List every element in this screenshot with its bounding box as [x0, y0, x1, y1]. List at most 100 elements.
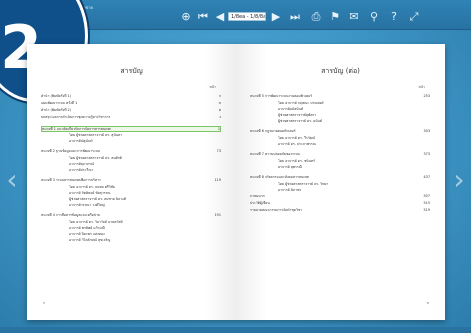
toc-author-line: อาจารย์ นิภาพร [250, 188, 430, 193]
toc-entry-text: อาจารย์วรรณา วงศ์ใหญ่ [69, 203, 105, 207]
toc-entry-page: 519 [423, 208, 430, 212]
prev-page-arrow[interactable]: ‹ [4, 160, 20, 200]
toc-author-line: อาจารย์มนัสนันท์ [250, 107, 430, 112]
toc-entry-page: ก [218, 94, 221, 98]
right-page: สารบัญ (ต่อ) หน้า หนวยที่ 5 การพัฒนาระบบ… [236, 44, 445, 320]
toc-author-line: โดย ผู้ช่วยศาสตราจารย์ ดร. วิทยา [250, 182, 430, 187]
toc-entry[interactable]: คำนำ (พิมพ์ครั้งที่ 1) ก [41, 94, 221, 99]
toc-author-line: อาจารย์ ปิยะพร แสงทอง [41, 232, 221, 237]
toc-entry-page: 507 [423, 194, 430, 198]
toc-author-line: อาจารย์ ดร. ประภาพรรณ [250, 142, 430, 147]
toc-chapter-entry[interactable]: หนวยที่ 1 แนวคิดเกี่ยวกับการจัดการสารสนเ… [41, 126, 221, 132]
toc-author-line: ผู้ช่วยศาสตราจารย์ ดร. อนันต์ [250, 119, 430, 124]
toc-author-line: อาจารย์ สุพรรณี [250, 165, 430, 170]
left-toc: คำนำ (พิมพ์ครั้งที่ 1) กแผนพัฒนาระบบ ครั้… [27, 44, 236, 320]
toc-author-line: โดย อาจารย์ ดร. วีรวัฒน์ [250, 136, 430, 141]
toc-chapter-entry[interactable]: หนวยที่ 8 จริยธรรมและสังคมสารสนเทศ 437 [250, 175, 430, 180]
toc-entry-text: อาจารย์ กิตติพงษ์ ชัยสุวรรณ [69, 191, 111, 195]
next-page-arrow[interactable]: › [451, 160, 467, 200]
toc-entry-text: อาจารย์ พรทิพย์ แก้วมณี [69, 226, 105, 230]
email-icon[interactable]: ✉ [348, 11, 360, 23]
fullscreen-icon[interactable]: ⤢ [408, 11, 420, 23]
toc-entry-text: หนวยที่ 4 การสื่อสารข้อมูลและเครือข่าย [41, 213, 100, 217]
last-page-icon[interactable]: ⏭ [289, 11, 301, 23]
toc-entry-text: อาจารย์ ดร. ประภาพรรณ [278, 142, 316, 146]
toc-entry[interactable]: ประวัติผู้เขียน 515 [250, 201, 430, 206]
toc-chapter-entry[interactable]: หนวยที่ 5 การพัฒนาระบบงานคอมพิวเตอร์ 253 [250, 94, 430, 99]
toc-entry-page: 437 [423, 175, 430, 179]
toc-entry[interactable]: คำนำ (พิมพ์ครั้งที่ 2) ค [41, 108, 221, 113]
toc-chapter-entry[interactable]: หนวยที่ 7 ความปลอดภัยของระบบ 373 [250, 152, 430, 157]
toc-chapter-entry[interactable]: หนวยที่ 3 ระบบสารสนเทศเพื่อการบริหาร 119 [41, 178, 221, 183]
help-icon[interactable]: ? [388, 11, 400, 23]
toc-entry-text: โดย อาจารย์ ดร. วีรวัฒน์ [278, 136, 315, 140]
right-page-number: ข [426, 301, 429, 305]
zoom-in-icon[interactable]: ⊕ [180, 11, 192, 23]
toc-entry-page: 1 [217, 127, 220, 131]
toc-entry-text: ผู้ช่วยศาสตราจารย์ ดร. สมชาย นิลวงศ์ [69, 197, 126, 201]
page-number-field[interactable]: 1/8ea - 1/8/8a/36 [228, 12, 266, 21]
toc-entry-text: แผนพัฒนาระบบ ครั้งที่ 1 [41, 101, 78, 105]
toc-entry-text: รายนามคณะกรรมการจัดทำชุดวิชา [250, 208, 303, 212]
right-toc: หนวยที่ 5 การพัฒนาระบบงานคอมพิวเตอร์ 253 โ… [236, 44, 445, 320]
toc-author-line: อาจารย์วรรณา วงศ์ใหญ่ [41, 203, 221, 208]
toc-entry-text: โดย ผู้ช่วยศาสตราจารย์ ดร. วิทยา [278, 182, 329, 186]
prev-page-icon[interactable]: ◀ [214, 11, 226, 23]
toc-author-line: โดย อาจารย์ ดร. วิลาวัลย์ นาคสวัสดิ์ [41, 220, 221, 225]
toc-entry-text: หนวยที่ 5 การพัฒนาระบบงานคอมพิวเตอร์ [250, 94, 313, 98]
toc-author-line: อาจารย์ วิไลลักษณ์ สุขเจริญ [41, 238, 221, 243]
toc-entry-text: โดย อาจารย์ กฤษณะ ปาณพงษ์ [278, 101, 324, 105]
toc-entry-page: 303 [423, 129, 430, 133]
toc-entry-text: คำนำ (พิมพ์ครั้งที่ 1) [41, 94, 72, 98]
toc-entry-text: หนวยที่ 3 ระบบสารสนเทศเพื่อการบริหาร [41, 178, 101, 182]
toc-entry-text: อาจารย์ นิภาพร [278, 188, 302, 192]
toc-author-line: อาจารย์ณัฐนันท์ [41, 139, 221, 144]
toc-entry-text: ประวัติผู้เขียน [250, 201, 270, 205]
bookmark-icon[interactable]: ⚑ [329, 11, 341, 23]
toc-chapter-entry[interactable]: หนวยที่ 6 กฎหมายคอมพิวเตอร์ 303 [250, 129, 430, 134]
toc-author-line: โดย อาจารย์ ดร. ธนพล ศรีวิชัย [41, 185, 221, 190]
toc-entry-text: หนวยที่ 6 กฎหมายคอมพิวเตอร์ [250, 129, 296, 133]
toc-entry[interactable]: แผนพัฒนาระบบ ครั้งที่ 1 ข [41, 101, 221, 106]
left-page-number: ก [43, 301, 46, 305]
toc-entry-text: อาจารย์ประวีณา [69, 168, 94, 172]
toc-entry-page: 515 [423, 201, 430, 205]
toc-entry-text: หนวยที่ 2 ฐานข้อมูลและการพัฒนาระบบ [41, 149, 101, 153]
toc-author-line: อาจารย์ประวีณา [41, 168, 221, 173]
toc-entry-page: 191 [214, 213, 221, 217]
left-page: สารบัญ หน้า คำนำ (พิมพ์ครั้งที่ 1) กแผนพั… [27, 44, 236, 320]
toc-entry-text: อาจารย์มนัสนันท์ [278, 107, 304, 111]
toc-entry-page: 119 [214, 178, 221, 182]
toc-author-line: โดย อาจารย์ กฤษณะ ปาณพงษ์ [250, 101, 430, 106]
toc-author-line: โดย อาจารย์ ดร. ชนินทร์ [250, 159, 430, 164]
search-icon[interactable]: ⚲ [368, 11, 380, 23]
toc-entry-text: โดย อาจารย์ ดร. ชนินทร์ [278, 159, 315, 163]
toc-author-line: อาจารย์ กิตติพงษ์ ชัยสุวรรณ [41, 191, 221, 196]
toc-entry-text: ผู้ช่วยศาสตราจารย์ ดร. อนันต์ [278, 119, 323, 123]
toc-entry[interactable]: รายนามคณะกรรมการจัดทำชุดวิชา 519 [250, 208, 430, 213]
status-bar [0, 327, 471, 333]
toc-entry-page: 73 [216, 149, 221, 153]
toc-entry-text: อาจารย์ณัฐนันท์ [69, 139, 93, 143]
toc-entry-page: ข [218, 101, 221, 105]
toc-entry-text: หนวยที่ 7 ความปลอดภัยของระบบ [250, 152, 300, 156]
toc-author-line: อาจารย์ พรทิพย์ แก้วมณี [41, 226, 221, 231]
toc-entry-text: อาจารย์ ปิยะพร แสงทอง [69, 232, 105, 236]
toc-entry-text: โดย อาจารย์ ดร. วิลาวัลย์ นาคสวัสดิ์ [69, 220, 123, 224]
print-icon[interactable]: ⎙ [310, 11, 322, 23]
toc-entry-text: คำนำ (พิมพ์ครั้งที่ 2) [41, 108, 72, 112]
book-spread: สารบัญ หน้า คำนำ (พิมพ์ครั้งที่ 1) กแผนพั… [27, 44, 445, 320]
next-page-icon[interactable]: ▶ [270, 11, 282, 23]
toc-entry-text: ภาคผนวก [250, 194, 265, 198]
toc-entry[interactable]: บทสรุป ผลการดำเนินการชุดความรู้ทางวิชากา… [41, 115, 221, 120]
toc-entry[interactable]: ภาคผนวก 507 [250, 194, 430, 199]
toc-chapter-entry[interactable]: หนวยที่ 2 ฐานข้อมูลและการพัฒนาระบบ 73 [41, 149, 221, 154]
toc-author-line: ผู้ช่วยศาสตราจารย์สุพัตรา [250, 113, 430, 118]
toc-chapter-entry[interactable]: หนวยที่ 4 การสื่อสารข้อมูลและเครือข่าย 19… [41, 213, 221, 218]
toc-entry-page: ค [218, 108, 221, 112]
first-page-icon[interactable]: ⏮ [197, 11, 209, 23]
toc-entry-text: อาจารย์ วิไลลักษณ์ สุขเจริญ [69, 238, 111, 242]
toc-author-line: ผู้ช่วยศาสตราจารย์ ดร. สมชาย นิลวงศ์ [41, 197, 221, 202]
toc-entry-page: 373 [423, 152, 430, 156]
toc-entry-text: ผู้ช่วยศาสตราจารย์สุพัตรา [278, 113, 317, 117]
